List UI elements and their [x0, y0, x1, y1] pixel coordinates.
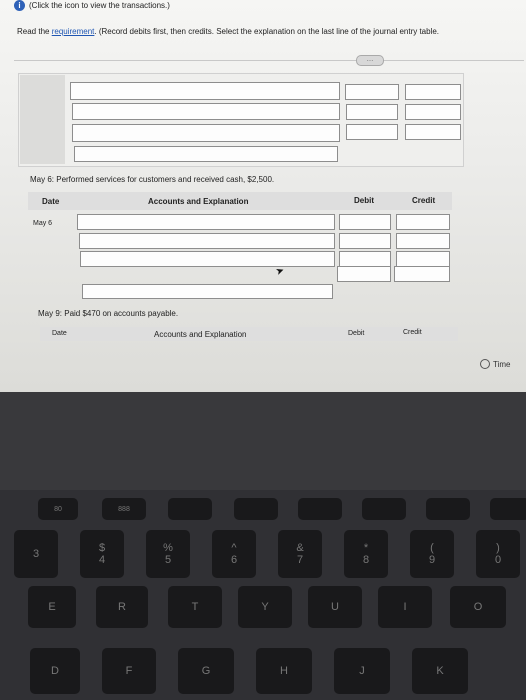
account-input[interactable] [80, 251, 335, 267]
instructions-suffix: . (Record debits first, then credits. Se… [94, 27, 440, 36]
debit-input[interactable] [339, 233, 391, 249]
credit-input[interactable] [396, 214, 450, 230]
debit-input[interactable] [339, 251, 391, 267]
key-5: % 5 [146, 530, 190, 578]
account-input[interactable] [72, 124, 340, 142]
timer-label: Time [493, 359, 511, 369]
fn-key [234, 498, 278, 520]
fn-key [362, 498, 406, 520]
debit-header: Debit [354, 196, 374, 205]
key-u: U [308, 586, 362, 628]
laptop-bezel [0, 392, 526, 492]
browser-page: i (Click the icon to view the transactio… [0, 0, 526, 392]
credit-input[interactable] [405, 124, 461, 140]
key-f: F [102, 648, 156, 694]
debit-input[interactable] [345, 84, 399, 100]
info-text: (Click the icon to view the transactions… [29, 1, 170, 10]
key-8: * 8 [344, 530, 388, 578]
key-t: T [168, 586, 222, 628]
entry-description: May 6: Performed services for customers … [30, 175, 275, 184]
info-icon[interactable]: i [14, 0, 25, 11]
accounts-header: Accounts and Explanation [154, 330, 247, 339]
credit-input[interactable] [405, 84, 461, 100]
laptop-keyboard: 80 888 3 $4 % 5 ^ 6 & 7 * 8 (9 ) 0 E R T Y U … [0, 490, 526, 700]
requirement-link[interactable]: requirement [52, 27, 95, 36]
key-d: D [30, 648, 80, 694]
credit-header: Credit [412, 196, 436, 205]
explanation-input[interactable] [74, 146, 338, 162]
table-header [40, 327, 458, 341]
fn-key [490, 498, 526, 520]
key-0: ) 0 [476, 530, 520, 578]
key-6: ^ 6 [212, 530, 256, 578]
key-k: K [412, 648, 468, 694]
fn-key [426, 498, 470, 520]
explanation-input[interactable] [82, 284, 333, 299]
fn-key [298, 498, 342, 520]
key-3: 3 [14, 530, 58, 578]
key-j: J [334, 648, 390, 694]
date-value: May 6 [33, 220, 53, 227]
credit-input[interactable] [394, 266, 450, 282]
account-input[interactable] [79, 233, 335, 249]
debit-input[interactable] [346, 124, 398, 140]
entry-description: May 9: Paid $470 on accounts payable. [38, 309, 179, 318]
key-g: G [178, 648, 234, 694]
key-h: H [256, 648, 312, 694]
credit-input[interactable] [396, 233, 450, 249]
credit-input[interactable] [396, 251, 450, 267]
key-7: & 7 [278, 530, 322, 578]
account-input[interactable] [70, 82, 340, 100]
clock-icon [480, 359, 490, 369]
fn-key: 80 [38, 498, 78, 520]
debit-input[interactable] [337, 266, 391, 282]
key-o: O [450, 586, 506, 628]
instructions-prefix: Read the [17, 27, 52, 36]
fn-key [168, 498, 212, 520]
debit-header: Debit [348, 330, 365, 337]
key-r: R [96, 586, 148, 628]
key-9: (9 [410, 530, 454, 578]
account-input[interactable] [72, 103, 340, 120]
date-header: Date [42, 197, 60, 206]
debit-input[interactable] [339, 214, 391, 230]
credit-header: Credit [403, 329, 422, 336]
debit-input[interactable] [346, 104, 398, 120]
date-column [20, 75, 65, 164]
key-y: Y [238, 586, 292, 628]
key-e: E [28, 586, 76, 628]
account-input[interactable] [77, 214, 335, 230]
divider [14, 60, 524, 61]
info-row[interactable]: i (Click the icon to view the transactio… [14, 0, 170, 11]
timer[interactable]: Time [476, 358, 514, 370]
expand-pill[interactable]: … [356, 55, 384, 66]
credit-input[interactable] [405, 104, 461, 120]
key-4: $4 [80, 530, 124, 578]
date-header: Date [52, 330, 67, 337]
key-i: I [378, 586, 432, 628]
instructions: Read the requirement. (Record debits fir… [17, 27, 439, 36]
accounts-header: Accounts and Explanation [148, 197, 249, 206]
fn-key: 888 [102, 498, 146, 520]
